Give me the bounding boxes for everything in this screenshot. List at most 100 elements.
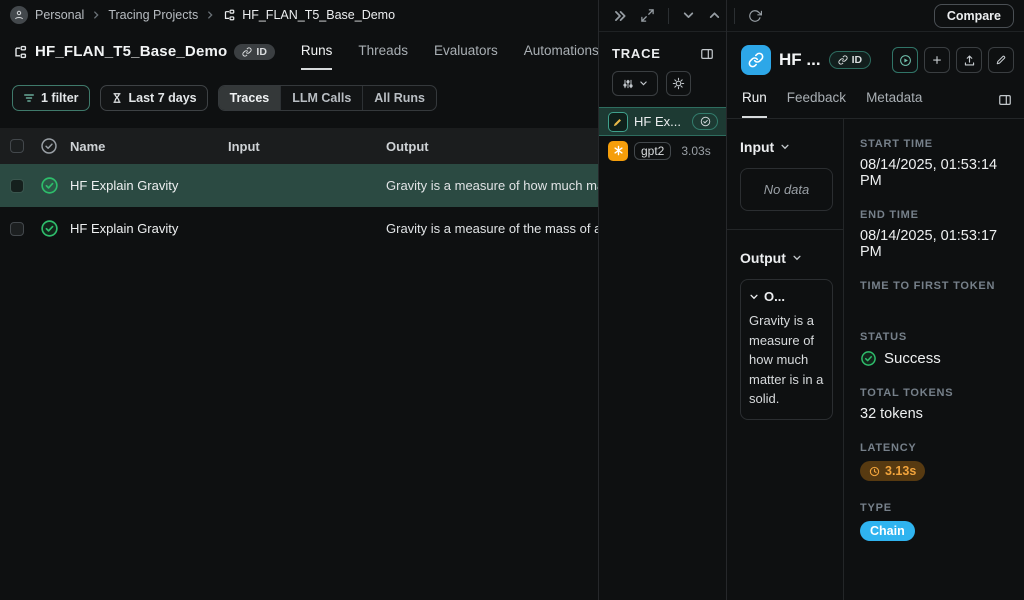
row-checkbox[interactable] (10, 179, 24, 193)
trace-tree-item-llm[interactable]: gpt2 3.03s (599, 136, 726, 165)
model-name-badge: gpt2 (634, 142, 671, 160)
trace-item-latency: 3.03s (681, 144, 710, 158)
input-section: Input No data (727, 119, 843, 230)
chain-link-icon (741, 45, 771, 75)
edit-button[interactable] (988, 47, 1014, 73)
check-circle-icon[interactable] (692, 113, 718, 130)
output-text: Gravity is a measure of how much matter … (749, 311, 824, 409)
upload-icon (963, 54, 976, 67)
select-all-checkbox[interactable] (10, 139, 24, 153)
trace-tree-item-chain[interactable]: HF Ex... (599, 107, 726, 136)
chevron-down-icon (749, 292, 759, 302)
model-icon (613, 145, 624, 156)
avatar[interactable] (10, 6, 28, 24)
latency-field: LATENCY 3.13s (860, 442, 1012, 482)
filter-bar: 1 filter Last 7 days Traces LLM Calls Al… (0, 85, 598, 111)
filter-button[interactable]: 1 filter (12, 85, 90, 111)
output-data-box: O... Gravity is a measure of how much ma… (740, 279, 833, 420)
runs-table: Name Input Output HF Explain Gravity Gra… (0, 128, 598, 250)
breadcrumb-item-tracing-projects[interactable]: Tracing Projects (108, 8, 198, 22)
date-range-label: Last 7 days (129, 91, 197, 105)
trace-icon (12, 44, 28, 60)
ttft-field: TIME TO FIRST TOKEN (860, 280, 1012, 292)
tab-threads[interactable]: Threads (358, 43, 408, 70)
input-data-box: No data (740, 168, 833, 211)
end-time-field: END TIME 08/14/2025, 01:53:17 PM (860, 209, 1012, 260)
segment-all-runs[interactable]: All Runs (362, 86, 436, 110)
segment-llm-calls[interactable]: LLM Calls (280, 86, 362, 110)
chain-run-icon (608, 112, 628, 132)
input-empty-text: No data (748, 182, 825, 197)
breadcrumb-item-personal[interactable]: Personal (35, 8, 84, 22)
chevron-down-icon (780, 142, 790, 152)
start-time-field: START TIME 08/14/2025, 01:53:14 PM (860, 138, 1012, 189)
project-id-badge[interactable]: ID (234, 44, 275, 60)
project-tabs: Runs Threads Evaluators Automations (301, 43, 599, 70)
total-tokens-value: 32 tokens (860, 406, 1012, 422)
tab-metadata[interactable]: Metadata (866, 90, 922, 118)
chevron-right-icon (91, 10, 101, 20)
trace-tools (612, 71, 726, 96)
latency-badge: 3.13s (860, 461, 925, 481)
end-time-label: END TIME (860, 209, 1012, 221)
project-title-group: HF_FLAN_T5_Base_Demo ID (12, 43, 275, 70)
output-box-toggle[interactable]: O... (749, 289, 824, 304)
tab-runs[interactable]: Runs (301, 43, 333, 70)
total-tokens-label: TOTAL TOKENS (860, 387, 1012, 399)
status-column-icon (40, 137, 70, 155)
run-title: HF ... (779, 50, 821, 70)
breadcrumb: Personal Tracing Projects HF_FLAN_T5_Bas… (0, 0, 598, 30)
trace-panel-title: TRACE (612, 46, 661, 61)
input-section-toggle[interactable]: Input (740, 139, 833, 155)
tab-run[interactable]: Run (742, 90, 767, 118)
output-section: Output O... Gravity is a measure of ho (727, 230, 843, 438)
run-details-panel: HF ... ID Run Fe (726, 0, 1024, 600)
row-checkbox[interactable] (10, 222, 24, 236)
output-box-header: O... (764, 289, 785, 304)
share-button[interactable] (956, 47, 982, 73)
column-header-name[interactable]: Name (70, 139, 228, 154)
sliders-icon (622, 78, 634, 90)
run-id-badge[interactable]: ID (829, 51, 872, 69)
success-status-icon (40, 176, 70, 195)
trace-settings-button[interactable] (666, 71, 691, 96)
trace-panel: TRACE HF Ex... (598, 0, 726, 600)
end-time-value: 08/14/2025, 01:53:17 PM (860, 228, 1012, 260)
type-field: TYPE Chain (860, 502, 1012, 541)
pen-icon (612, 116, 624, 128)
columns-icon[interactable] (700, 47, 714, 61)
run-type-badge: Chain (860, 521, 915, 541)
column-header-input[interactable]: Input (228, 139, 386, 154)
latency-label: LATENCY (860, 442, 1012, 454)
run-metadata-column: START TIME 08/14/2025, 01:53:14 PM END T… (844, 119, 1024, 600)
run-output: Gravity is a measure of how much matt (386, 178, 598, 193)
hourglass-icon (111, 92, 123, 104)
run-type-segmented-control: Traces LLM Calls All Runs (218, 85, 437, 111)
table-row[interactable]: HF Explain Gravity Gravity is a measure … (0, 164, 598, 207)
output-section-label: Output (740, 250, 786, 266)
tab-feedback[interactable]: Feedback (787, 90, 846, 118)
status-value: Success (884, 350, 941, 367)
output-section-toggle[interactable]: Output (740, 250, 833, 266)
breadcrumb-item-project[interactable]: HF_FLAN_T5_Base_Demo (222, 8, 395, 22)
main-area: Personal Tracing Projects HF_FLAN_T5_Bas… (0, 0, 598, 600)
start-time-label: START TIME (860, 138, 1012, 150)
segment-traces[interactable]: Traces (219, 86, 281, 110)
tab-evaluators[interactable]: Evaluators (434, 43, 498, 70)
table-row[interactable]: HF Explain Gravity Gravity is a measure … (0, 207, 598, 250)
columns-icon[interactable] (998, 93, 1012, 116)
column-header-output[interactable]: Output (386, 139, 598, 154)
trace-view-options-button[interactable] (612, 71, 658, 96)
status-label: STATUS (860, 331, 1012, 343)
start-time-value: 08/14/2025, 01:53:14 PM (860, 157, 1012, 189)
page-title: HF_FLAN_T5_Base_Demo (35, 43, 227, 60)
trace-panel-header: TRACE (599, 32, 726, 61)
playground-button[interactable] (892, 47, 918, 73)
date-range-button[interactable]: Last 7 days (100, 85, 208, 111)
link-icon (838, 55, 848, 65)
link-icon (242, 47, 252, 57)
run-details-header: HF ... ID (727, 32, 1024, 75)
gear-icon (672, 77, 685, 90)
tab-automations[interactable]: Automations (524, 43, 599, 70)
add-button[interactable] (924, 47, 950, 73)
